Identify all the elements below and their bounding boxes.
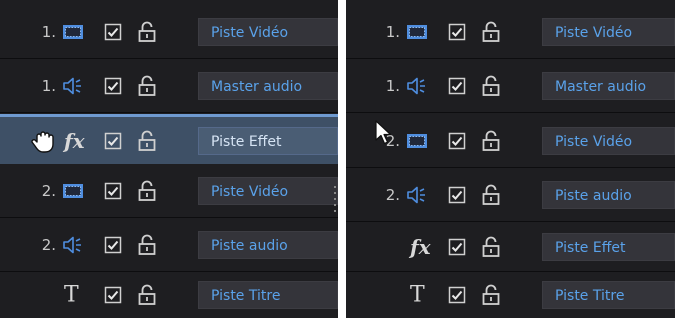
unlocked-padlock-icon[interactable] bbox=[138, 284, 156, 306]
track-name-field[interactable]: Piste audio bbox=[542, 181, 675, 209]
audio-track-icon bbox=[407, 186, 425, 204]
unlocked-padlock-icon[interactable] bbox=[138, 180, 156, 202]
title-track-icon: T bbox=[64, 282, 79, 308]
unlocked-padlock-icon[interactable] bbox=[138, 75, 156, 97]
title-track-icon: T bbox=[410, 282, 425, 308]
track-row-dragging[interactable]: fx Piste Effet bbox=[0, 114, 338, 164]
track-list-after: 1. Piste Vidéo 1. Master audio 2. Piste … bbox=[346, 0, 675, 318]
effect-track-icon: fx bbox=[410, 235, 431, 259]
track-list-before: 1. Piste Vidéo 1. Master audio fx Piste … bbox=[0, 0, 338, 318]
checkbox-checked-icon[interactable] bbox=[104, 77, 122, 95]
video-track-icon bbox=[407, 134, 427, 148]
unlocked-padlock-icon[interactable] bbox=[482, 184, 500, 206]
unlocked-padlock-icon[interactable] bbox=[138, 130, 156, 152]
track-row[interactable]: 1. Piste Vidéo bbox=[0, 5, 338, 59]
checkbox-checked-icon[interactable] bbox=[104, 182, 122, 200]
track-name-field[interactable]: Piste audio bbox=[198, 231, 338, 259]
track-number: 1. bbox=[41, 77, 56, 95]
track-row[interactable]: 2. Piste Vidéo bbox=[0, 164, 338, 218]
audio-track-icon bbox=[63, 236, 81, 254]
unlocked-padlock-icon[interactable] bbox=[482, 284, 500, 306]
track-row[interactable]: fx Piste Effet bbox=[346, 222, 675, 272]
audio-track-icon bbox=[407, 77, 425, 95]
video-track-icon bbox=[407, 25, 427, 39]
track-number: 1. bbox=[385, 23, 400, 41]
checkbox-checked-icon[interactable] bbox=[448, 132, 466, 150]
track-row[interactable]: 1. Master audio bbox=[0, 59, 338, 113]
track-name-field[interactable]: Piste Vidéo bbox=[542, 18, 675, 46]
track-row[interactable]: 1. Piste Vidéo bbox=[346, 5, 675, 59]
effect-track-icon: fx bbox=[64, 128, 85, 153]
track-row[interactable]: T Piste Titre bbox=[0, 272, 338, 318]
track-name-field[interactable]: Piste Vidéo bbox=[542, 127, 675, 155]
checkbox-checked-icon[interactable] bbox=[448, 23, 466, 41]
checkbox-checked-icon[interactable] bbox=[104, 132, 122, 150]
track-name-field[interactable]: Piste Vidéo bbox=[198, 177, 338, 205]
track-row[interactable]: 2. Piste Vidéo bbox=[346, 114, 675, 168]
unlocked-padlock-icon[interactable] bbox=[482, 236, 500, 258]
checkbox-checked-icon[interactable] bbox=[448, 238, 466, 256]
unlocked-padlock-icon[interactable] bbox=[482, 130, 500, 152]
track-number: 2. bbox=[41, 236, 56, 254]
arrow-cursor-icon bbox=[375, 120, 392, 145]
grab-hand-cursor-icon bbox=[31, 130, 54, 153]
checkbox-checked-icon[interactable] bbox=[448, 186, 466, 204]
track-name-field[interactable]: Piste Effet bbox=[542, 233, 675, 261]
audio-track-icon bbox=[63, 77, 81, 95]
track-row[interactable]: 2. Piste audio bbox=[346, 168, 675, 222]
track-name-field[interactable]: Piste Titre bbox=[542, 281, 675, 309]
checkbox-checked-icon[interactable] bbox=[104, 23, 122, 41]
video-track-icon bbox=[63, 184, 83, 198]
unlocked-padlock-icon[interactable] bbox=[482, 21, 500, 43]
track-row[interactable]: T Piste Titre bbox=[346, 272, 675, 318]
track-number: 2. bbox=[41, 182, 56, 200]
track-number: 1. bbox=[385, 77, 400, 95]
track-name-field[interactable]: Piste Effet bbox=[198, 126, 338, 155]
track-number: 1. bbox=[41, 23, 56, 41]
track-name-field[interactable]: Master audio bbox=[198, 72, 338, 100]
track-row[interactable]: 2. Piste audio bbox=[0, 218, 338, 272]
video-track-icon bbox=[63, 25, 83, 39]
checkbox-checked-icon[interactable] bbox=[104, 286, 122, 304]
track-name-field[interactable]: Master audio bbox=[542, 72, 675, 100]
checkbox-checked-icon[interactable] bbox=[448, 286, 466, 304]
unlocked-padlock-icon[interactable] bbox=[138, 234, 156, 256]
unlocked-padlock-icon[interactable] bbox=[138, 21, 156, 43]
checkbox-checked-icon[interactable] bbox=[104, 236, 122, 254]
track-name-field[interactable]: Piste Titre bbox=[198, 281, 338, 309]
track-row[interactable]: 1. Master audio bbox=[346, 59, 675, 113]
track-number: 2. bbox=[385, 186, 400, 204]
unlocked-padlock-icon[interactable] bbox=[482, 75, 500, 97]
resize-grip[interactable] bbox=[333, 186, 338, 226]
track-name-field[interactable]: Piste Vidéo bbox=[198, 18, 338, 46]
checkbox-checked-icon[interactable] bbox=[448, 77, 466, 95]
